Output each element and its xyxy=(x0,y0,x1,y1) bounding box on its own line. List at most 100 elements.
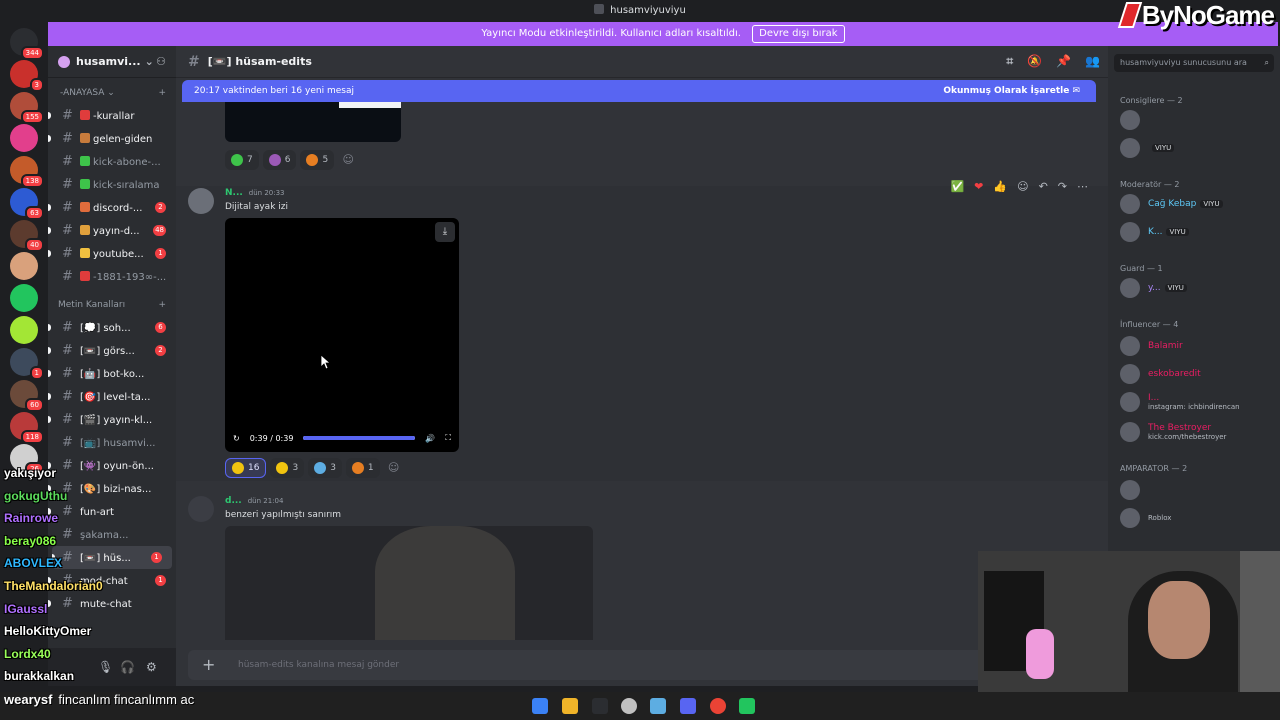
channel-item[interactable]: # [🎯] level-ta... xyxy=(48,385,176,408)
server-icon[interactable]: 344 xyxy=(10,28,44,60)
server-icon[interactable]: 40 xyxy=(10,220,44,252)
reaction-button[interactable]: 3 xyxy=(308,458,342,478)
add-reaction-icon[interactable]: ☺ xyxy=(338,150,358,170)
add-reaction-icon[interactable]: ☺ xyxy=(384,458,404,478)
chrome-icon[interactable] xyxy=(710,698,726,714)
message-author[interactable]: d... dün 21:04 xyxy=(225,496,283,506)
server-icon[interactable]: 60 xyxy=(10,380,44,412)
headphones-icon[interactable]: 🎧 xyxy=(120,660,135,674)
channel-item[interactable]: # [📺] husamvi... xyxy=(48,431,176,454)
disable-streamer-mode-button[interactable]: Devre dışı bırak xyxy=(752,25,845,43)
server-icon[interactable]: 3 xyxy=(10,60,44,92)
member-item[interactable]: I... instagram: ichbindirencan xyxy=(1120,390,1240,414)
fullscreen-icon[interactable]: ⛶ xyxy=(445,433,451,443)
server-icon[interactable]: 63 xyxy=(10,188,44,220)
channel-item[interactable]: # mute-chat xyxy=(48,592,176,615)
channel-item[interactable]: # fun-art xyxy=(48,500,176,523)
member-item[interactable] xyxy=(1120,108,1148,132)
channel-item[interactable]: # [📼] görs... 2 xyxy=(48,339,176,362)
channel-item[interactable]: # -kurallar xyxy=(48,104,176,127)
member-item[interactable]: VIYU xyxy=(1120,136,1175,160)
server-icon[interactable]: 118 xyxy=(10,412,44,444)
member-item[interactable]: eskobaredit xyxy=(1120,362,1201,386)
microphone-icon[interactable]: 🎙 xyxy=(98,660,113,674)
channel-item[interactable]: # [💭] soh... 6 xyxy=(48,316,176,339)
channel-item[interactable]: # -1881-193∞-... xyxy=(48,265,176,288)
new-messages-bar[interactable]: 20:17 vaktinden beri 16 yeni mesaj Okunm… xyxy=(182,80,1096,102)
channel-item[interactable]: # şakama... xyxy=(48,523,176,546)
author-name: N... xyxy=(225,188,243,198)
guild-header[interactable]: husamvi... ⌄ ⚇ xyxy=(48,46,176,78)
member-item[interactable]: K... VIYU xyxy=(1120,220,1189,244)
search-input[interactable]: husamviyuviyu sunucusunu ara ⌕ xyxy=(1114,54,1274,72)
server-icon[interactable] xyxy=(10,316,38,344)
message-composer[interactable]: + hüsam-edits kanalına mesaj gönder xyxy=(188,650,1096,680)
member-item[interactable]: Cağ Kebap VIYU xyxy=(1120,192,1223,216)
channel-item[interactable]: # [🤖] bot-ko... xyxy=(48,362,176,385)
reply-icon[interactable]: ↶ xyxy=(1039,180,1048,193)
channel-item[interactable]: # kick-abone-... xyxy=(48,150,176,173)
reaction-button[interactable]: 7 xyxy=(225,150,259,170)
reaction-button[interactable]: 1 xyxy=(345,458,380,478)
member-item[interactable]: Balamir xyxy=(1120,334,1183,358)
member-item[interactable]: The Bestroyer kick.com/thebestroyer xyxy=(1120,420,1226,444)
check-reaction-icon[interactable]: ✅ xyxy=(950,180,964,193)
server-icon[interactable] xyxy=(10,124,38,152)
reaction-button[interactable]: 5 xyxy=(300,150,335,170)
message-author[interactable]: N... dün 20:33 xyxy=(225,188,285,198)
channel-item[interactable]: # youtube... 1 xyxy=(48,242,176,265)
channel-item[interactable]: # [👾] oyun-ön... xyxy=(48,454,176,477)
previous-media-embed[interactable] xyxy=(225,102,401,142)
channel-item[interactable]: # gelen-giden xyxy=(48,127,176,150)
server-icon[interactable] xyxy=(10,284,38,312)
file-explorer-icon[interactable] xyxy=(562,698,578,714)
replay-icon[interactable]: ↻ xyxy=(233,434,240,443)
member-item[interactable] xyxy=(1120,478,1148,502)
forward-icon[interactable]: ↷ xyxy=(1058,180,1067,193)
avatar[interactable] xyxy=(188,188,214,214)
avatar[interactable] xyxy=(188,496,214,522)
category-anayasa[interactable]: -ANAYASA ⌄ + xyxy=(48,82,176,104)
download-icon[interactable]: ⤓ xyxy=(435,222,455,242)
start-icon[interactable] xyxy=(532,698,548,714)
thumbs-up-icon[interactable]: 👍 xyxy=(993,180,1007,193)
image-attachment[interactable] xyxy=(225,526,593,640)
pin-icon[interactable]: 📌 xyxy=(1056,54,1071,69)
server-icon[interactable]: 1 xyxy=(10,348,44,380)
channel-item[interactable]: # discord-... 2 xyxy=(48,196,176,219)
threads-icon[interactable]: ⌗ xyxy=(1006,54,1013,69)
members-icon[interactable]: 👥 xyxy=(1085,54,1100,69)
discord-icon[interactable] xyxy=(680,698,696,714)
server-icon[interactable] xyxy=(10,252,38,280)
reaction-button[interactable]: 3 xyxy=(270,458,305,478)
terminal-icon[interactable] xyxy=(592,698,608,714)
video-seek-bar[interactable] xyxy=(303,436,416,440)
reaction-button[interactable]: 16 xyxy=(225,458,267,478)
member-item[interactable]: y... VIYU xyxy=(1120,276,1187,300)
obs-icon[interactable] xyxy=(621,698,637,714)
add-attachment-icon[interactable]: + xyxy=(202,650,215,680)
add-channel-icon[interactable]: + xyxy=(158,82,166,104)
server-icon[interactable]: 138 xyxy=(10,156,44,188)
app-icon[interactable] xyxy=(650,698,666,714)
server-icon[interactable]: 155 xyxy=(10,92,44,124)
member-item[interactable]: Roblox xyxy=(1120,506,1171,530)
mark-as-read-button[interactable]: Okunmuş Olarak İşaretle ✉ xyxy=(943,80,1080,102)
video-player[interactable]: ⤓ ↻ 0:39 / 0:39 🔊 ⛶ xyxy=(225,218,459,452)
category-metin[interactable]: Metin Kanalları + xyxy=(48,294,176,316)
volume-icon[interactable]: 🔊 xyxy=(425,434,435,443)
channel-item[interactable]: # yayın-d... 48 xyxy=(48,219,176,242)
invite-people-icon[interactable]: ⚇ xyxy=(156,55,166,68)
add-reaction-icon[interactable]: ☺ xyxy=(1017,180,1028,193)
gear-icon[interactable]: ⚙ xyxy=(146,660,157,674)
channel-item[interactable]: # [📼] hüs... 1 xyxy=(52,546,172,569)
app-icon[interactable] xyxy=(739,698,755,714)
channel-item[interactable]: # kick-sıralama xyxy=(48,173,176,196)
reaction-button[interactable]: 6 xyxy=(262,150,297,170)
channel-item[interactable]: # [🎬] yayın-kl... xyxy=(48,408,176,431)
member-info: y... VIYU xyxy=(1148,283,1187,294)
mute-bell-icon[interactable]: 🔕 xyxy=(1027,54,1042,69)
heart-reaction-icon[interactable]: ❤ xyxy=(974,180,983,193)
more-icon[interactable]: ⋯ xyxy=(1077,180,1088,193)
add-channel-icon[interactable]: + xyxy=(158,294,166,316)
